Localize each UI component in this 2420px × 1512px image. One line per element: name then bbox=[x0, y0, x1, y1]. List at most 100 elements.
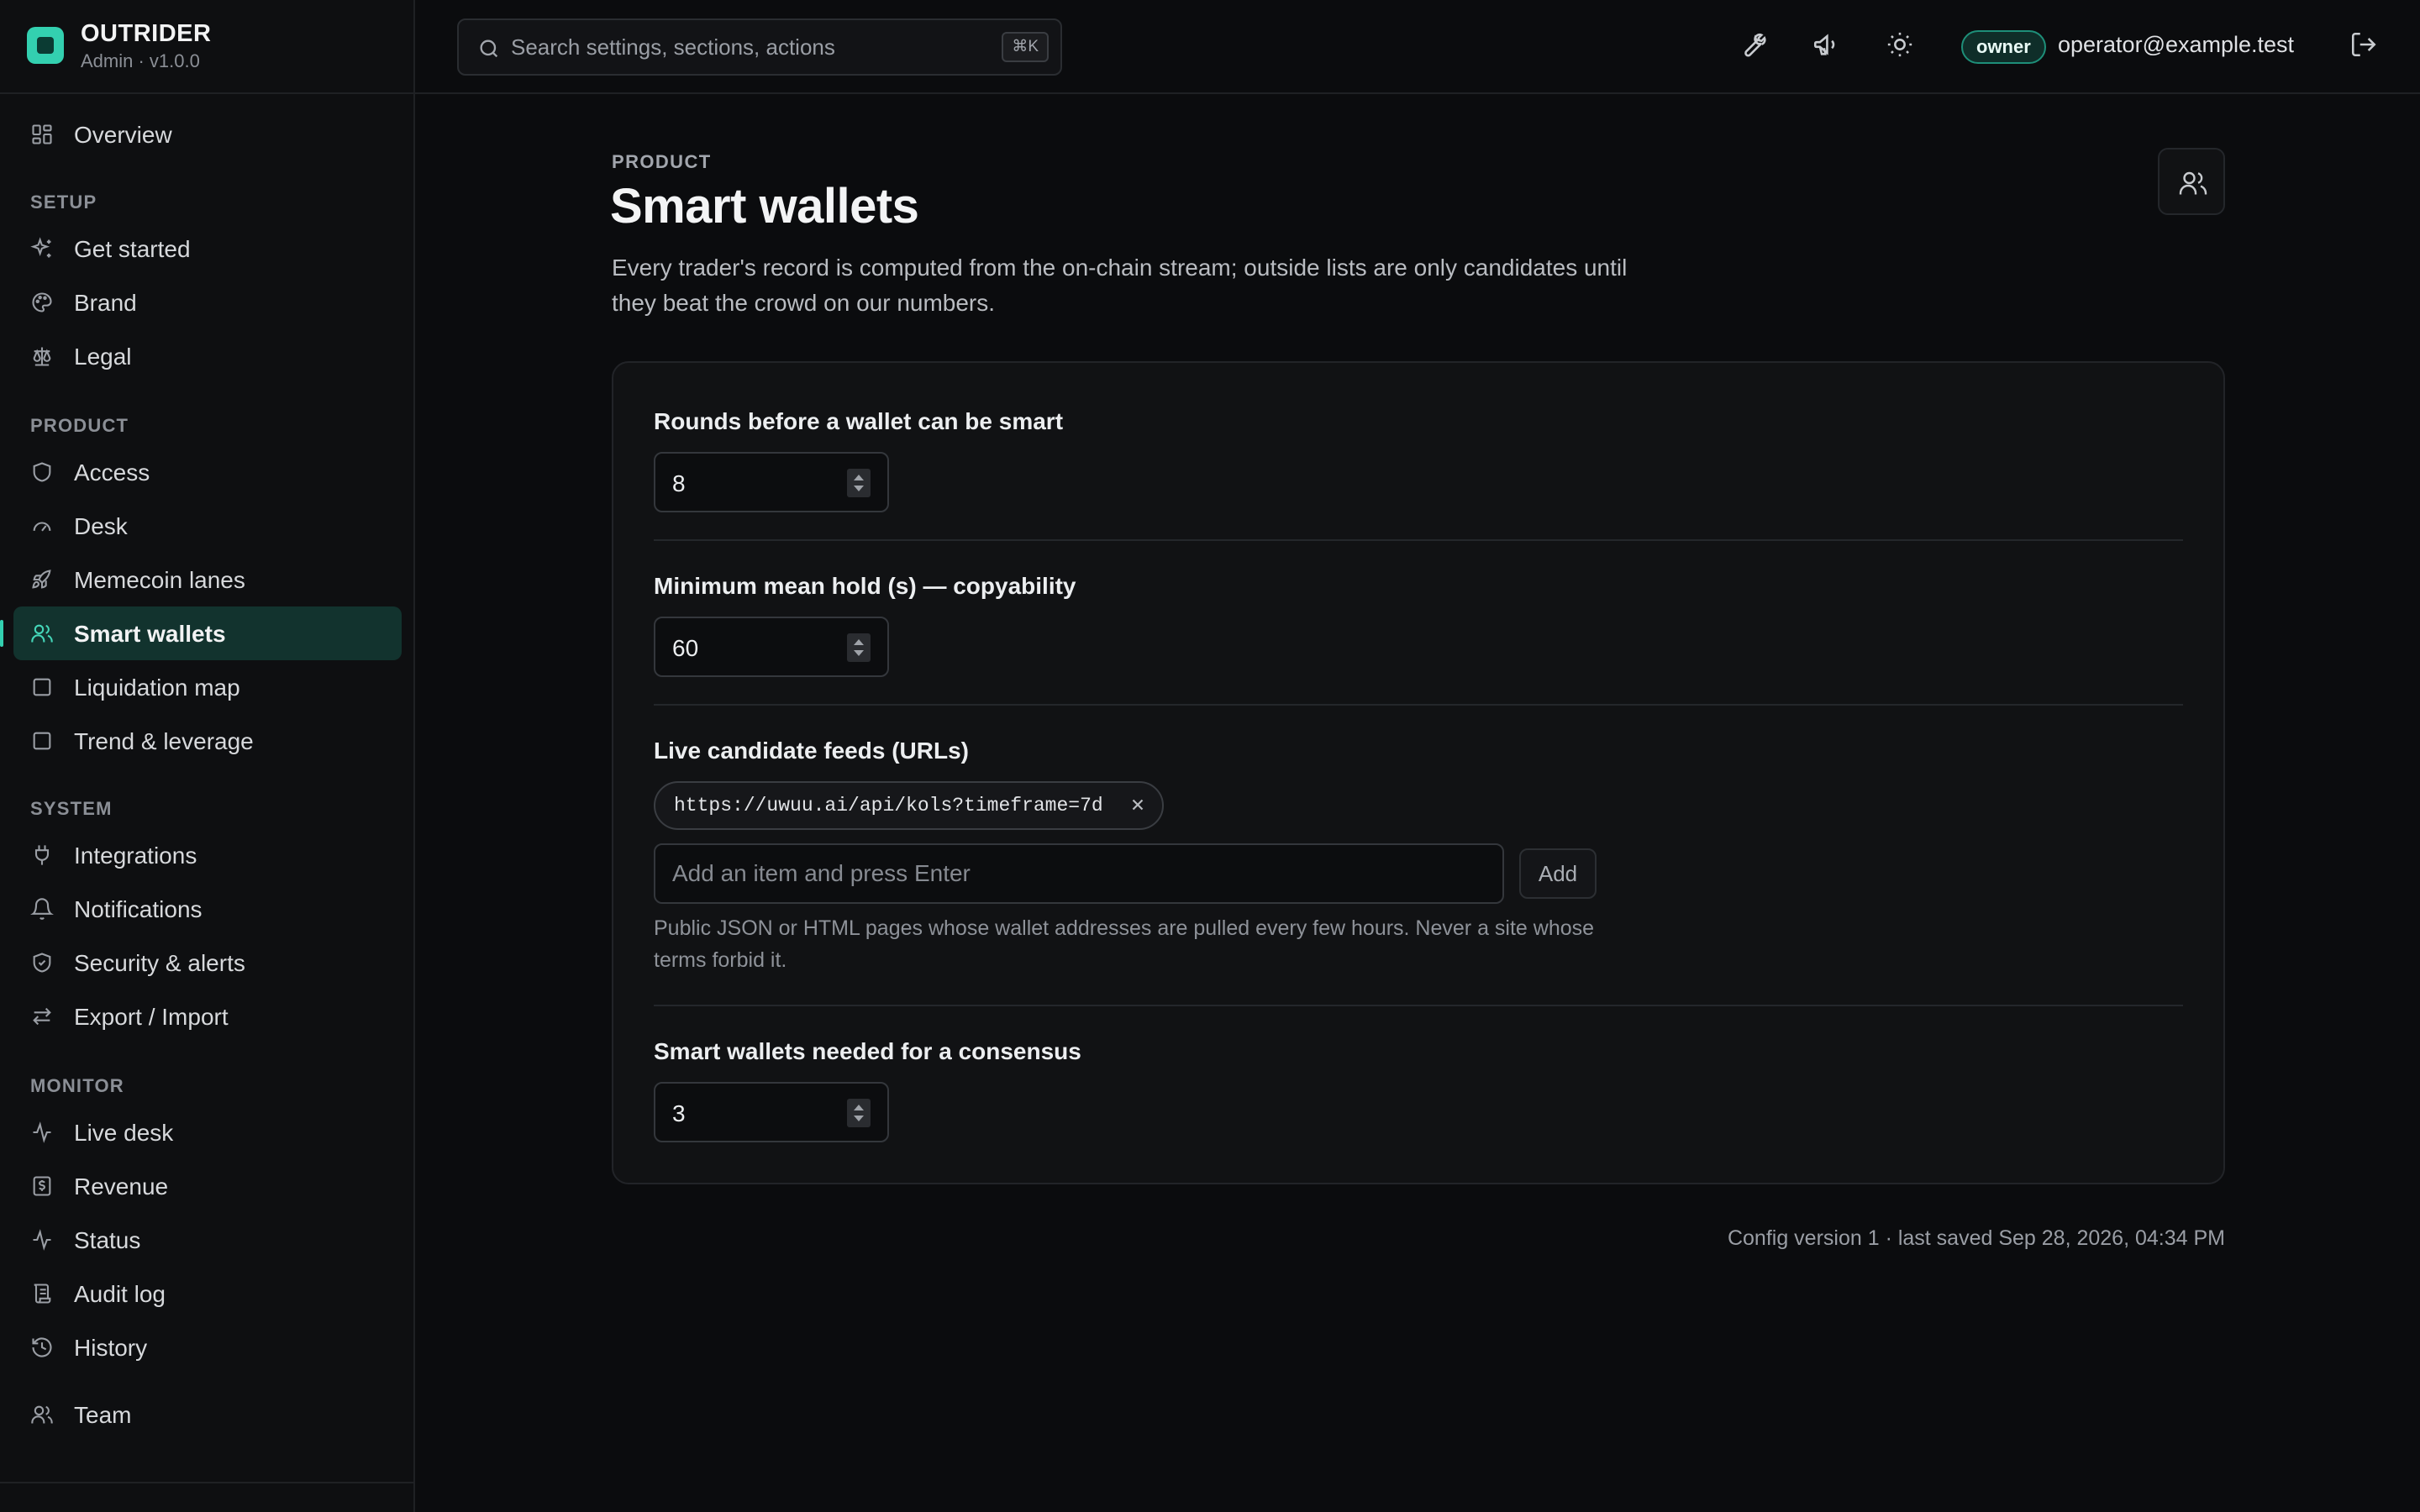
sidebar-item-label: Brand bbox=[74, 290, 137, 316]
user-email: operator@example.test bbox=[2058, 32, 2295, 57]
sidebar-item-label: Audit log bbox=[74, 1281, 166, 1307]
sidebar-item-label: Access bbox=[74, 459, 150, 486]
sidebar-item-audit-log[interactable]: Audit log bbox=[13, 1267, 402, 1320]
feed-url-chip: https://uwuu.ai/api/kols?timeframe=7d bbox=[654, 781, 1164, 830]
sidebar-item-brand[interactable]: Brand bbox=[13, 276, 402, 329]
brand-header: OUTRIDER Admin · v1.0.0 bbox=[0, 0, 413, 94]
sidebar-item-desk[interactable]: Desk bbox=[13, 499, 402, 553]
sidebar-item-security-alerts[interactable]: Security & alerts bbox=[13, 936, 402, 990]
nav-section-system: SYSTEM bbox=[30, 798, 113, 819]
sidebar-item-label: Team bbox=[74, 1402, 132, 1428]
sidebar-item-label: Overview bbox=[74, 122, 172, 148]
plug-icon bbox=[30, 843, 54, 867]
nav-section-monitor: MONITOR bbox=[30, 1075, 124, 1096]
gauge-icon bbox=[30, 514, 54, 538]
sidebar-item-label: Liquidation map bbox=[74, 675, 240, 701]
sidebar-item-overview[interactable]: Overview bbox=[13, 108, 402, 161]
sidebar-item-label: Export / Import bbox=[74, 1004, 229, 1030]
sidebar-item-label: Trend & leverage bbox=[74, 728, 254, 754]
sidebar-item-revenue[interactable]: Revenue bbox=[13, 1159, 402, 1213]
feed-url-input[interactable] bbox=[654, 843, 1504, 904]
search-input[interactable] bbox=[511, 22, 981, 72]
activity-icon bbox=[30, 1121, 54, 1144]
sidebar-item-liquidation-map[interactable]: Liquidation map bbox=[13, 660, 402, 714]
sidebar-item-legal[interactable]: Legal bbox=[13, 329, 402, 383]
page-description: Every trader's record is computed from t… bbox=[612, 255, 1628, 316]
sidebar-item-notifications[interactable]: Notifications bbox=[13, 882, 402, 936]
section-divider bbox=[654, 539, 2183, 541]
sidebar-item-label: Smart wallets bbox=[74, 621, 226, 647]
nav-section-setup: SETUP bbox=[30, 192, 97, 213]
feeds-help-text: Public JSON or HTML pages whose wallet a… bbox=[654, 916, 1595, 972]
shield-icon bbox=[30, 460, 54, 484]
feeds-label: Live candidate feeds (URLs) bbox=[654, 738, 969, 764]
close-icon[interactable] bbox=[1128, 795, 1147, 814]
app-version: Admin · v1.0.0 bbox=[81, 50, 200, 71]
stepper-arrows-icon[interactable] bbox=[847, 633, 871, 662]
pulse-icon bbox=[30, 1228, 54, 1252]
sidebar-item-team[interactable]: Team bbox=[13, 1388, 402, 1441]
page-title: Smart wallets bbox=[610, 179, 919, 234]
sidebar-item-history[interactable]: History bbox=[13, 1320, 402, 1374]
min-hold-value: 60 bbox=[672, 635, 699, 661]
logout-icon[interactable] bbox=[2349, 30, 2380, 60]
add-feed-button[interactable]: Add bbox=[1519, 848, 1597, 899]
sidebar-item-live-desk[interactable]: Live desk bbox=[13, 1105, 402, 1159]
stepper-arrows-icon[interactable] bbox=[847, 469, 871, 497]
min-hold-number-input[interactable]: 60 bbox=[654, 617, 889, 677]
settings-card: Rounds before a wallet can be smart 8 Mi… bbox=[612, 361, 2225, 1184]
sidebar-item-memecoin-lanes[interactable]: Memecoin lanes bbox=[13, 553, 402, 606]
active-nav-marker bbox=[0, 620, 3, 647]
rocket-icon bbox=[30, 568, 54, 591]
sidebar-item-label: History bbox=[74, 1335, 148, 1361]
sidebar-item-status[interactable]: Status bbox=[13, 1213, 402, 1267]
sidebar-divider bbox=[0, 1482, 413, 1483]
breadcrumb: PRODUCT bbox=[612, 151, 712, 172]
sidebar-item-label: Integrations bbox=[74, 843, 197, 869]
sidebar-item-label: Get started bbox=[74, 236, 191, 262]
sidebar-item-integrations[interactable]: Integrations bbox=[13, 828, 402, 882]
sidebar-item-label: Security & alerts bbox=[74, 950, 245, 976]
sidebar-item-label: Live desk bbox=[74, 1120, 174, 1146]
arrows-exchange-icon bbox=[30, 1005, 54, 1028]
min-hold-label: Minimum mean hold (s) — copyability bbox=[654, 573, 1076, 599]
sidebar-item-smart-wallets[interactable]: Smart wallets bbox=[13, 606, 402, 660]
history-icon bbox=[30, 1336, 54, 1359]
consensus-label: Smart wallets needed for a consensus bbox=[654, 1038, 1081, 1064]
users-icon bbox=[30, 622, 54, 645]
sun-icon[interactable] bbox=[1886, 30, 1916, 60]
search-box[interactable]: ⌘K bbox=[457, 18, 1062, 76]
dashboard-grid-icon bbox=[30, 123, 54, 146]
rounds-number-input[interactable]: 8 bbox=[654, 452, 889, 512]
rounds-value: 8 bbox=[672, 470, 686, 496]
sidebar-item-trend-leverage[interactable]: Trend & leverage bbox=[13, 714, 402, 768]
team-button[interactable] bbox=[2158, 148, 2225, 215]
search-icon bbox=[477, 37, 501, 60]
topbar: ⌘K owner operator@example.test bbox=[415, 0, 2420, 94]
app-logo bbox=[27, 27, 64, 64]
section-divider bbox=[654, 704, 2183, 706]
rounds-label: Rounds before a wallet can be smart bbox=[654, 408, 1064, 434]
search-shortcut-badge: ⌘K bbox=[1002, 32, 1049, 62]
palette-icon bbox=[30, 291, 54, 314]
shield-check-icon bbox=[30, 951, 54, 974]
wrench-icon[interactable] bbox=[1738, 30, 1768, 60]
nav-section-product: PRODUCT bbox=[30, 415, 129, 436]
sidebar-item-get-started[interactable]: Get started bbox=[13, 222, 402, 276]
sidebar-item-label: Desk bbox=[74, 513, 128, 539]
square-icon bbox=[30, 729, 54, 753]
config-version-status: Config version 1 · last saved Sep 28, 20… bbox=[1727, 1226, 2225, 1250]
sidebar-item-export-import[interactable]: Export / Import bbox=[13, 990, 402, 1043]
sidebar-item-label: Revenue bbox=[74, 1173, 169, 1200]
scroll-icon bbox=[30, 1282, 54, 1305]
megaphone-icon[interactable] bbox=[1812, 30, 1842, 60]
stepper-arrows-icon[interactable] bbox=[847, 1099, 871, 1127]
bell-icon bbox=[30, 897, 54, 921]
users-icon bbox=[30, 1403, 54, 1426]
sidebar-item-label: Legal bbox=[74, 344, 132, 370]
sidebar-item-access[interactable]: Access bbox=[13, 445, 402, 499]
section-divider bbox=[654, 1005, 2183, 1006]
consensus-number-input[interactable]: 3 bbox=[654, 1082, 889, 1142]
square-icon bbox=[30, 675, 54, 699]
role-badge: owner bbox=[1961, 30, 2046, 64]
